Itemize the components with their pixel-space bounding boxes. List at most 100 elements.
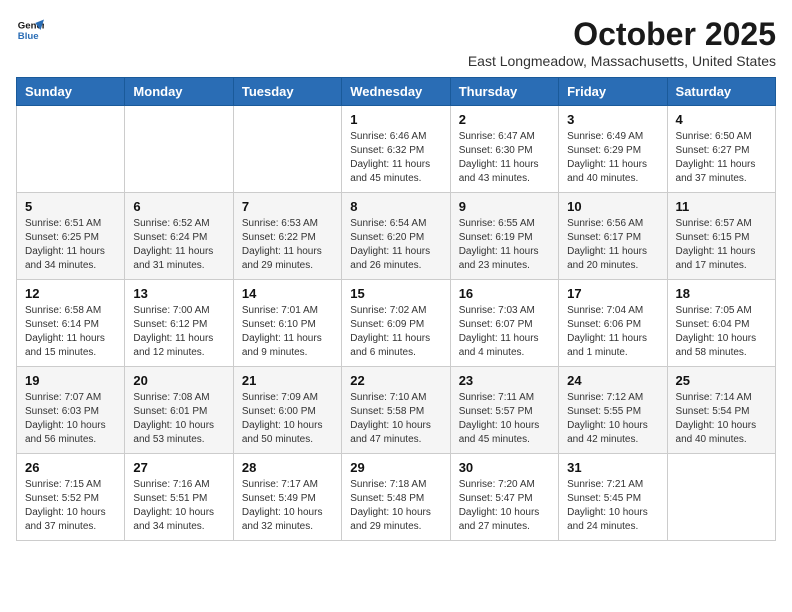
day-number: 5 xyxy=(25,199,116,214)
weekday-header-row: SundayMondayTuesdayWednesdayThursdayFrid… xyxy=(17,78,776,106)
day-info: Sunrise: 7:10 AM Sunset: 5:58 PM Dayligh… xyxy=(350,391,441,447)
day-info: Sunrise: 6:46 AM Sunset: 6:32 PM Dayligh… xyxy=(350,130,441,186)
weekday-header: Sunday xyxy=(17,78,125,106)
calendar-cell: 24 Sunrise: 7:12 AM Sunset: 5:55 PM Dayli… xyxy=(559,367,667,454)
calendar-cell xyxy=(233,106,341,193)
weekday-header: Saturday xyxy=(667,78,775,106)
calendar-cell: 27 Sunrise: 7:16 AM Sunset: 5:51 PM Dayli… xyxy=(125,454,233,541)
calendar-week-row: 26Sunrise: 7:15 AM Sunset: 5:52 PM Dayli… xyxy=(17,454,776,541)
day-info: Sunrise: 7:14 AM Sunset: 5:54 PM Dayligh… xyxy=(676,391,767,447)
day-info: Sunrise: 6:51 AM Sunset: 6:25 PM Dayligh… xyxy=(25,217,116,273)
calendar-cell: 5 Sunrise: 6:51 AM Sunset: 6:25 PM Daylig… xyxy=(17,193,125,280)
day-number: 15 xyxy=(350,286,441,301)
calendar-cell: 3Sunrise: 6:49 AM Sunset: 6:29 PM Daylig… xyxy=(559,106,667,193)
calendar-cell: 10Sunrise: 6:56 AM Sunset: 6:17 PM Dayli… xyxy=(559,193,667,280)
calendar-cell: 2 Sunrise: 6:47 AM Sunset: 6:30 PM Daylig… xyxy=(450,106,558,193)
title-area: October 2025 East Longmeadow, Massachuse… xyxy=(468,16,776,69)
calendar-cell: 16 Sunrise: 7:03 AM Sunset: 6:07 PM Dayli… xyxy=(450,280,558,367)
calendar-cell: 4 Sunrise: 6:50 AM Sunset: 6:27 PM Daylig… xyxy=(667,106,775,193)
day-number: 2 xyxy=(459,112,550,127)
day-info: Sunrise: 6:58 AM Sunset: 6:14 PM Dayligh… xyxy=(25,304,116,360)
day-number: 10 xyxy=(567,199,658,214)
day-number: 4 xyxy=(676,112,767,127)
day-number: 12 xyxy=(25,286,116,301)
weekday-header: Wednesday xyxy=(342,78,450,106)
day-number: 25 xyxy=(676,373,767,388)
day-number: 8 xyxy=(350,199,441,214)
calendar-cell: 29Sunrise: 7:18 AM Sunset: 5:48 PM Dayli… xyxy=(342,454,450,541)
calendar-cell: 23 Sunrise: 7:11 AM Sunset: 5:57 PM Dayli… xyxy=(450,367,558,454)
day-info: Sunrise: 7:11 AM Sunset: 5:57 PM Dayligh… xyxy=(459,391,550,447)
day-info: Sunrise: 7:08 AM Sunset: 6:01 PM Dayligh… xyxy=(133,391,224,447)
calendar-cell: 6Sunrise: 6:52 AM Sunset: 6:24 PM Daylig… xyxy=(125,193,233,280)
weekday-header: Friday xyxy=(559,78,667,106)
calendar-cell xyxy=(125,106,233,193)
weekday-header: Thursday xyxy=(450,78,558,106)
calendar-cell: 31Sunrise: 7:21 AM Sunset: 5:45 PM Dayli… xyxy=(559,454,667,541)
calendar-week-row: 1 Sunrise: 6:46 AM Sunset: 6:32 PM Daylig… xyxy=(17,106,776,193)
day-info: Sunrise: 7:12 AM Sunset: 5:55 PM Dayligh… xyxy=(567,391,658,447)
logo-icon: General Blue xyxy=(16,16,44,44)
svg-text:Blue: Blue xyxy=(18,31,39,42)
calendar-cell: 26Sunrise: 7:15 AM Sunset: 5:52 PM Dayli… xyxy=(17,454,125,541)
day-number: 14 xyxy=(242,286,333,301)
day-info: Sunrise: 6:49 AM Sunset: 6:29 PM Dayligh… xyxy=(567,130,658,186)
day-info: Sunrise: 7:01 AM Sunset: 6:10 PM Dayligh… xyxy=(242,304,333,360)
day-number: 16 xyxy=(459,286,550,301)
day-info: Sunrise: 7:09 AM Sunset: 6:00 PM Dayligh… xyxy=(242,391,333,447)
weekday-header: Tuesday xyxy=(233,78,341,106)
month-title: October 2025 xyxy=(468,16,776,53)
calendar-cell: 22Sunrise: 7:10 AM Sunset: 5:58 PM Dayli… xyxy=(342,367,450,454)
day-number: 18 xyxy=(676,286,767,301)
day-info: Sunrise: 7:15 AM Sunset: 5:52 PM Dayligh… xyxy=(25,478,116,534)
calendar-cell: 9Sunrise: 6:55 AM Sunset: 6:19 PM Daylig… xyxy=(450,193,558,280)
day-info: Sunrise: 7:18 AM Sunset: 5:48 PM Dayligh… xyxy=(350,478,441,534)
day-info: Sunrise: 7:16 AM Sunset: 5:51 PM Dayligh… xyxy=(133,478,224,534)
day-info: Sunrise: 7:07 AM Sunset: 6:03 PM Dayligh… xyxy=(25,391,116,447)
day-number: 24 xyxy=(567,373,658,388)
calendar-cell: 30Sunrise: 7:20 AM Sunset: 5:47 PM Dayli… xyxy=(450,454,558,541)
day-number: 7 xyxy=(242,199,333,214)
day-info: Sunrise: 7:17 AM Sunset: 5:49 PM Dayligh… xyxy=(242,478,333,534)
day-info: Sunrise: 7:03 AM Sunset: 6:07 PM Dayligh… xyxy=(459,304,550,360)
day-info: Sunrise: 6:50 AM Sunset: 6:27 PM Dayligh… xyxy=(676,130,767,186)
day-info: Sunrise: 7:21 AM Sunset: 5:45 PM Dayligh… xyxy=(567,478,658,534)
day-number: 28 xyxy=(242,460,333,475)
day-info: Sunrise: 6:47 AM Sunset: 6:30 PM Dayligh… xyxy=(459,130,550,186)
day-number: 20 xyxy=(133,373,224,388)
calendar-cell: 19Sunrise: 7:07 AM Sunset: 6:03 PM Dayli… xyxy=(17,367,125,454)
calendar-cell xyxy=(667,454,775,541)
day-info: Sunrise: 6:53 AM Sunset: 6:22 PM Dayligh… xyxy=(242,217,333,273)
calendar-week-row: 5 Sunrise: 6:51 AM Sunset: 6:25 PM Daylig… xyxy=(17,193,776,280)
day-info: Sunrise: 7:20 AM Sunset: 5:47 PM Dayligh… xyxy=(459,478,550,534)
day-info: Sunrise: 6:55 AM Sunset: 6:19 PM Dayligh… xyxy=(459,217,550,273)
calendar-week-row: 19Sunrise: 7:07 AM Sunset: 6:03 PM Dayli… xyxy=(17,367,776,454)
calendar-cell: 8 Sunrise: 6:54 AM Sunset: 6:20 PM Daylig… xyxy=(342,193,450,280)
calendar-table: SundayMondayTuesdayWednesdayThursdayFrid… xyxy=(16,77,776,541)
day-number: 23 xyxy=(459,373,550,388)
calendar-cell: 7 Sunrise: 6:53 AM Sunset: 6:22 PM Daylig… xyxy=(233,193,341,280)
day-number: 21 xyxy=(242,373,333,388)
day-info: Sunrise: 6:57 AM Sunset: 6:15 PM Dayligh… xyxy=(676,217,767,273)
day-number: 17 xyxy=(567,286,658,301)
day-number: 6 xyxy=(133,199,224,214)
day-number: 13 xyxy=(133,286,224,301)
day-info: Sunrise: 7:04 AM Sunset: 6:06 PM Dayligh… xyxy=(567,304,658,360)
day-info: Sunrise: 7:00 AM Sunset: 6:12 PM Dayligh… xyxy=(133,304,224,360)
day-number: 1 xyxy=(350,112,441,127)
calendar-cell: 25 Sunrise: 7:14 AM Sunset: 5:54 PM Dayli… xyxy=(667,367,775,454)
day-number: 11 xyxy=(676,199,767,214)
calendar-cell: 15Sunrise: 7:02 AM Sunset: 6:09 PM Dayli… xyxy=(342,280,450,367)
weekday-header: Monday xyxy=(125,78,233,106)
calendar-cell xyxy=(17,106,125,193)
calendar-cell: 1 Sunrise: 6:46 AM Sunset: 6:32 PM Daylig… xyxy=(342,106,450,193)
day-info: Sunrise: 7:05 AM Sunset: 6:04 PM Dayligh… xyxy=(676,304,767,360)
calendar-week-row: 12 Sunrise: 6:58 AM Sunset: 6:14 PM Dayli… xyxy=(17,280,776,367)
day-info: Sunrise: 6:54 AM Sunset: 6:20 PM Dayligh… xyxy=(350,217,441,273)
calendar-cell: 12 Sunrise: 6:58 AM Sunset: 6:14 PM Dayli… xyxy=(17,280,125,367)
calendar-cell: 13 Sunrise: 7:00 AM Sunset: 6:12 PM Dayli… xyxy=(125,280,233,367)
calendar-cell: 28 Sunrise: 7:17 AM Sunset: 5:49 PM Dayli… xyxy=(233,454,341,541)
day-number: 27 xyxy=(133,460,224,475)
header: General Blue October 2025 East Longmeado… xyxy=(16,16,776,69)
calendar-cell: 17 Sunrise: 7:04 AM Sunset: 6:06 PM Dayli… xyxy=(559,280,667,367)
